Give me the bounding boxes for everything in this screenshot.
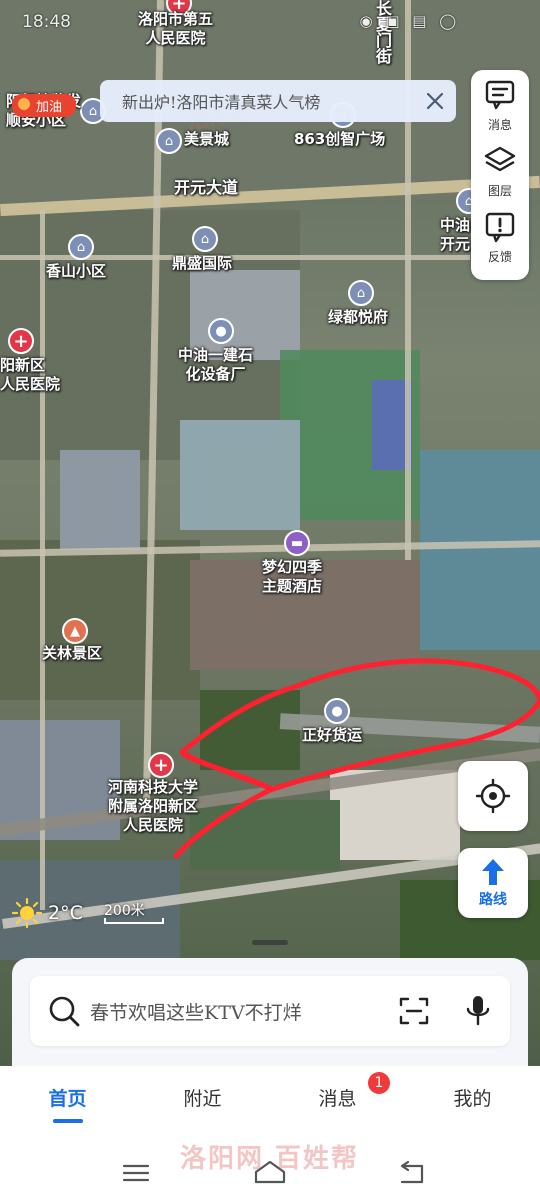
scale-label: 200米	[104, 903, 145, 919]
feedback-icon	[485, 212, 515, 243]
tab-home-label: 首页	[48, 1088, 87, 1110]
route-arrow-icon	[482, 859, 504, 885]
feedback-tool-label: 反馈	[487, 250, 512, 264]
layers-tool-label: 图层	[487, 184, 512, 198]
banner-text: 新出炉!洛阳市清真菜人气榜	[122, 93, 321, 112]
message-icon	[485, 80, 515, 110]
weather-widget[interactable]: 2°C	[12, 898, 83, 928]
fuel-badge[interactable]: 加油	[12, 94, 77, 117]
tab-messages-label: 消息	[318, 1088, 357, 1110]
map-toolbar: 消息 图层 反馈	[471, 70, 529, 280]
tab-home[interactable]: 首页	[0, 1066, 135, 1140]
map-scale: 200米	[104, 900, 164, 924]
sun-icon	[12, 898, 42, 928]
message-tool[interactable]: 消息	[471, 78, 529, 144]
microphone-icon[interactable]	[464, 994, 492, 1028]
tab-messages[interactable]: 消息 1	[270, 1066, 405, 1140]
tab-me-label: 我的	[453, 1088, 492, 1110]
layers-tool[interactable]: 图层	[471, 144, 529, 210]
tab-nearby-label: 附近	[183, 1088, 222, 1110]
locate-button[interactable]	[458, 761, 528, 831]
search-bar[interactable]: 春节欢唱这些KTV不打烊	[30, 976, 510, 1046]
menu-icon[interactable]	[116, 1158, 156, 1188]
promo-banner[interactable]: 新出炉!洛阳市清真菜人气榜	[100, 80, 456, 122]
scan-icon[interactable]	[398, 995, 430, 1027]
close-icon[interactable]	[422, 88, 448, 114]
tab-me[interactable]: 我的	[405, 1066, 540, 1140]
search-icon	[49, 996, 80, 1027]
route-button[interactable]: 路线	[458, 848, 528, 918]
message-tool-label: 消息	[487, 118, 512, 132]
watermark: 洛阳网 百姓帮	[180, 1144, 360, 1174]
search-input[interactable]: 春节欢唱这些KTV不打烊	[90, 998, 398, 1025]
unread-badge: 1	[368, 1072, 390, 1094]
sheet-handle[interactable]	[252, 940, 288, 945]
layers-icon	[484, 146, 516, 172]
bottom-nav: 首页 附近 消息 1 我的	[0, 1066, 540, 1140]
weather-temp: 2°C	[48, 902, 83, 924]
status-bar: 18:48 ◉ ▣ ▤ ◯	[0, 0, 540, 42]
feedback-tool[interactable]: 反馈	[471, 210, 529, 276]
status-icons: ◉ ▣ ▤ ◯	[359, 12, 460, 30]
route-label: 路线	[479, 892, 507, 908]
tab-active-indicator	[52, 1119, 83, 1123]
tab-nearby[interactable]: 附近	[135, 1066, 270, 1140]
status-time: 18:48	[22, 12, 71, 32]
back-icon[interactable]	[392, 1158, 432, 1188]
locate-icon	[475, 778, 511, 814]
